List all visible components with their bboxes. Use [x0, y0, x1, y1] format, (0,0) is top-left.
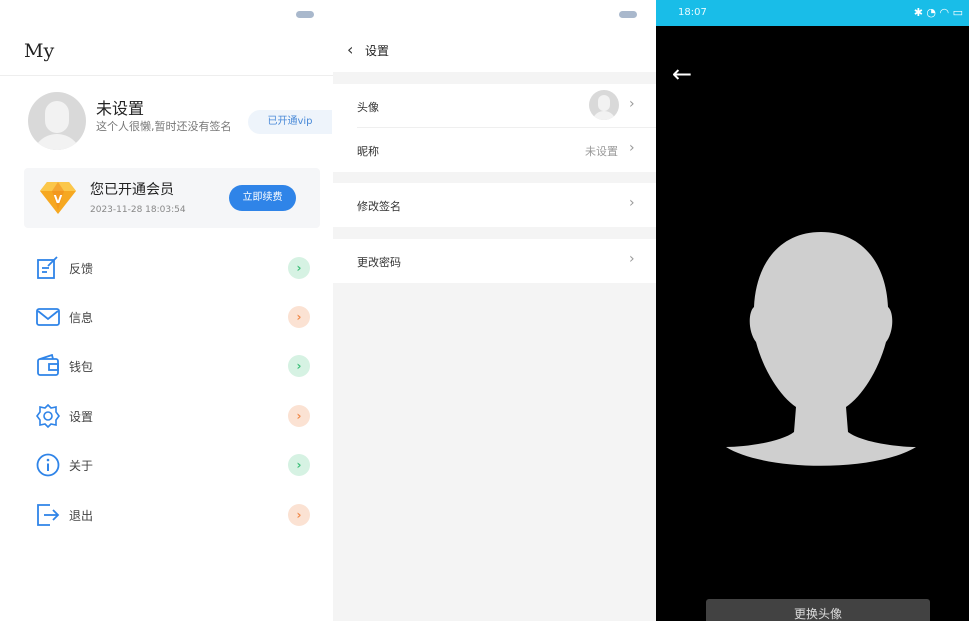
- menu-item-feedback[interactable]: 反馈 ›: [24, 248, 320, 288]
- battery-icon: [619, 11, 637, 18]
- chevron-right-icon: ›: [629, 96, 635, 112]
- member-card: V 您已开通会员 2023-11-28 18:03:54 立即续费: [24, 168, 320, 228]
- nickname-value: 未设置: [585, 145, 618, 158]
- menu-item-label: 反馈: [69, 262, 94, 276]
- chevron-right-icon: ›: [288, 504, 310, 526]
- chevron-right-icon: ›: [288, 257, 310, 279]
- settings-row-password[interactable]: 更改密码 ›: [333, 239, 656, 283]
- row-label: 昵称: [357, 145, 379, 158]
- settings-header: ‹ 设置: [333, 0, 656, 72]
- menu-item-about[interactable]: 关于 ›: [24, 445, 320, 485]
- info-icon: [36, 453, 60, 477]
- chevron-right-icon: ›: [288, 355, 310, 377]
- status-time: 18:07: [678, 7, 707, 18]
- diamond-icon: V: [40, 182, 76, 214]
- edit-icon: [37, 256, 58, 279]
- status-icons: ✱ ◔ ◠ ▭: [913, 6, 963, 19]
- menu-item-label: 钱包: [69, 360, 94, 374]
- profile-page: My 未设置 这个人很懒,暂时还没有签名 已开通vip V 您已开通会员 202…: [0, 0, 333, 621]
- renew-button[interactable]: 立即续费: [229, 185, 296, 211]
- back-arrow-icon[interactable]: ←: [672, 60, 692, 88]
- battery-icon: [296, 11, 314, 18]
- row-label: 修改签名: [357, 200, 401, 213]
- avatar[interactable]: [28, 92, 86, 150]
- status-bar: 18:07 ✱ ◔ ◠ ▭: [656, 0, 969, 26]
- back-chevron-icon[interactable]: ‹: [347, 40, 353, 59]
- gear-icon: [36, 404, 60, 428]
- menu-item-logout[interactable]: 退出 ›: [24, 495, 320, 535]
- settings-row-nickname[interactable]: 昵称 未设置 ›: [333, 128, 656, 172]
- header-divider: [0, 75, 333, 76]
- avatar-page: 18:07 ✱ ◔ ◠ ▭ ← 更换头像: [656, 0, 969, 621]
- menu-item-wallet[interactable]: 钱包 ›: [24, 346, 320, 386]
- svg-text:V: V: [54, 193, 63, 206]
- menu-item-label: 退出: [69, 509, 94, 523]
- avatar-body-shape: [592, 111, 616, 120]
- mail-icon: [36, 308, 60, 326]
- settings-row-avatar[interactable]: 头像 ›: [333, 84, 656, 128]
- page-title: My: [24, 40, 55, 62]
- vip-badge[interactable]: 已开通vip: [248, 110, 332, 134]
- member-date: 2023-11-28 18:03:54: [90, 205, 186, 215]
- chevron-right-icon: ›: [288, 306, 310, 328]
- avatar-head-shape: [598, 95, 610, 111]
- chevron-right-icon: ›: [288, 405, 310, 427]
- row-label: 头像: [357, 101, 379, 114]
- user-name: 未设置: [96, 99, 145, 118]
- change-avatar-button[interactable]: 更换头像: [706, 599, 930, 621]
- chevron-right-icon: ›: [629, 195, 635, 211]
- member-title: 您已开通会员: [90, 182, 174, 198]
- menu-item-label: 关于: [69, 459, 94, 473]
- wallet-icon: [37, 354, 59, 376]
- menu-item-label: 设置: [69, 410, 94, 424]
- user-signature: 这个人很懒,暂时还没有签名: [96, 120, 232, 133]
- avatar: [589, 90, 619, 120]
- avatar-body-shape: [32, 134, 82, 150]
- chevron-right-icon: ›: [629, 251, 635, 267]
- menu-item-settings[interactable]: 设置 ›: [24, 396, 320, 436]
- chevron-right-icon: ›: [288, 454, 310, 476]
- chevron-right-icon: ›: [629, 140, 635, 156]
- avatar-head-shape: [45, 101, 69, 133]
- menu-item-label: 信息: [69, 311, 94, 325]
- settings-row-signature[interactable]: 修改签名 ›: [333, 183, 656, 227]
- row-label: 更改密码: [357, 256, 401, 269]
- logout-icon: [37, 504, 60, 526]
- menu-item-messages[interactable]: 信息 ›: [24, 297, 320, 337]
- settings-page: ‹ 设置 头像 › 昵称 未设置 › 修改签名 › 更改密码 ›: [333, 0, 656, 621]
- default-avatar-silhouette: [726, 232, 916, 466]
- page-title: 设置: [365, 44, 390, 58]
